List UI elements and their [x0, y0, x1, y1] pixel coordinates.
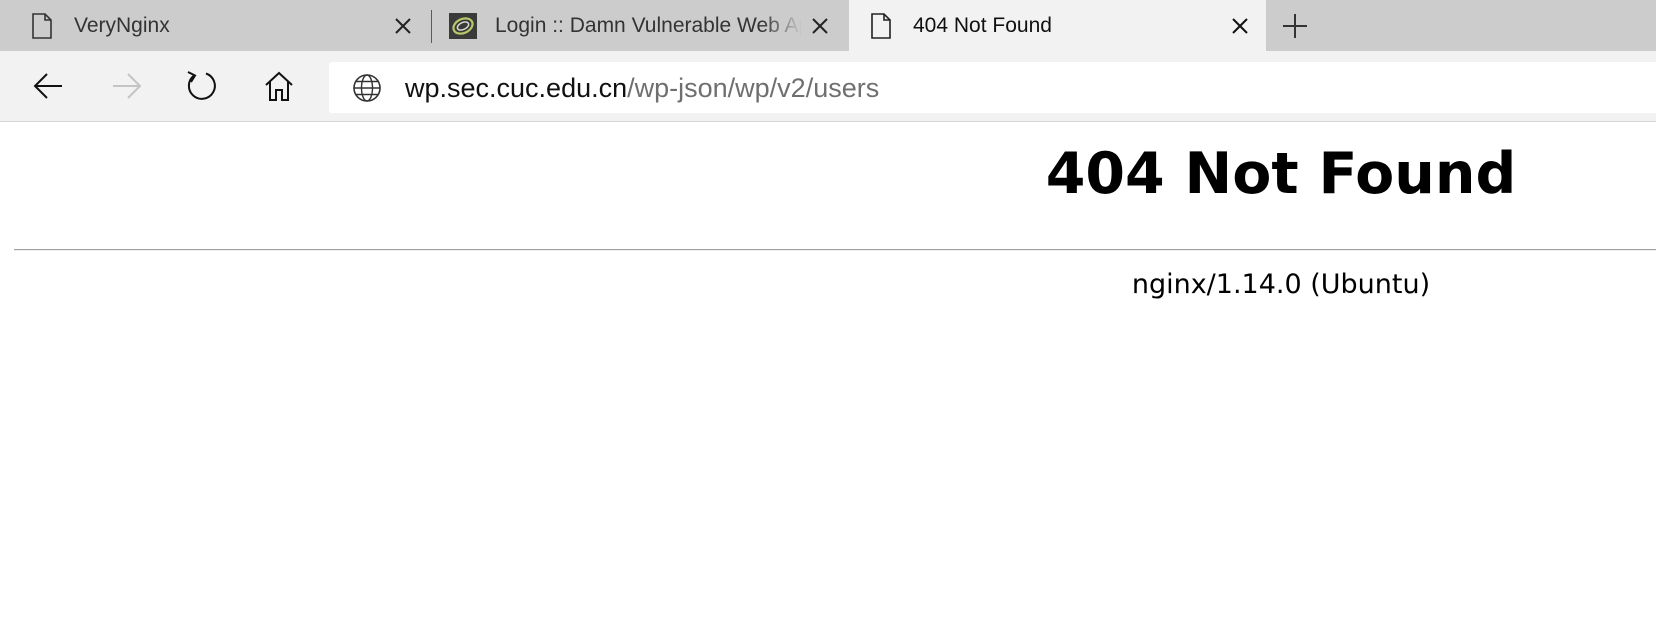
url-text[interactable]: wp.sec.cuc.edu.cn/wp-json/wp/v2/users	[405, 72, 879, 104]
tab-label: VeryNginx	[74, 14, 170, 37]
server-signature: nginx/1.14.0 (Ubuntu)	[1131, 269, 1431, 300]
page-content: 404 Not Found nginx/1.14.0 (Ubuntu)	[0, 122, 1656, 617]
tab-label: 404 Not Found	[913, 14, 1052, 37]
close-icon[interactable]	[810, 16, 830, 36]
horizontal-rule	[14, 249, 1656, 251]
address-bar[interactable]: wp.sec.cuc.edu.cn/wp-json/wp/v2/users	[329, 62, 1656, 113]
forward-arrow-icon[interactable]	[109, 69, 143, 103]
page-icon	[871, 13, 891, 39]
tab-label-fade	[762, 0, 802, 51]
url-path: /wp-json/wp/v2/users	[627, 73, 880, 103]
close-icon[interactable]	[1230, 16, 1250, 36]
tab-404-not-found[interactable]: 404 Not Found	[849, 0, 1266, 51]
tab-dvwa-login[interactable]: Login :: Damn Vulnerable Web App	[432, 0, 849, 51]
url-host: wp.sec.cuc.edu.cn	[405, 73, 628, 103]
back-arrow-icon[interactable]	[32, 69, 66, 103]
home-icon[interactable]	[262, 69, 296, 103]
page-icon	[32, 13, 52, 39]
new-tab-plus-icon[interactable]	[1282, 13, 1308, 39]
toolbar: wp.sec.cuc.edu.cn/wp-json/wp/v2/users	[0, 51, 1656, 121]
tab-verynginx[interactable]: VeryNginx	[0, 0, 431, 51]
close-icon[interactable]	[393, 16, 413, 36]
globe-icon	[353, 74, 381, 102]
tab-strip: VeryNginx Login :: Damn Vulnerable Web A…	[0, 0, 1656, 51]
page-title: 404 Not Found	[1045, 141, 1517, 207]
dvwa-favicon	[449, 13, 477, 39]
refresh-icon[interactable]	[185, 69, 219, 103]
tab-label: Login :: Damn Vulnerable Web App	[495, 14, 801, 37]
